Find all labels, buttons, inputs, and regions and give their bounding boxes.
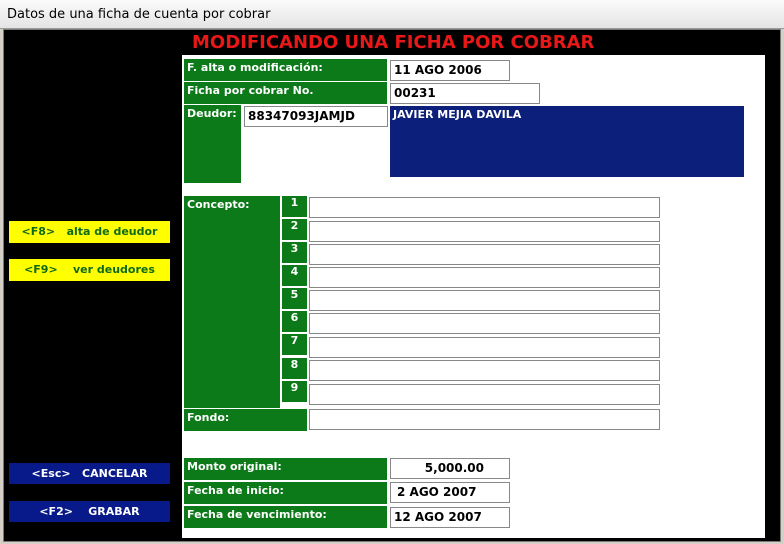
concepto-line-4-input[interactable] (309, 267, 660, 288)
concepto-line-3-input[interactable] (309, 244, 660, 265)
concepto-line-6-input[interactable] (309, 313, 660, 334)
alta-label: F. alta o modificación: (184, 59, 387, 81)
concepto-line-7-input[interactable] (309, 337, 660, 358)
deudor-rfc-field[interactable]: 88347093JAMJD (244, 106, 388, 127)
concepto-line-8-input[interactable] (309, 360, 660, 381)
concepto-label: Concepto: (184, 196, 280, 408)
concepto-line-number: 2 (282, 219, 307, 240)
cancel-button[interactable]: <Esc> CANCELAR (9, 463, 170, 484)
inicio-field[interactable]: 2 AGO 2007 (390, 482, 510, 503)
concepto-line-1-input[interactable] (309, 197, 660, 218)
concepto-line-number: 8 (282, 358, 307, 379)
alta-field[interactable]: 11 AGO 2006 (390, 60, 510, 81)
save-button[interactable]: <F2> GRABAR (9, 501, 170, 522)
page-title: MODIFICANDO UNA FICHA POR COBRAR (192, 32, 595, 53)
concepto-line-9-input[interactable] (309, 384, 660, 405)
ficha-field[interactable]: 00231 (390, 83, 540, 104)
concepto-line-number: 9 (282, 381, 307, 402)
concepto-line-number: 7 (282, 334, 307, 355)
concepto-line-2-input[interactable] (309, 221, 660, 242)
monto-field[interactable]: 5,000.00 (390, 458, 510, 479)
window-title: Datos de una ficha de cuenta por cobrar (7, 7, 271, 22)
fondo-label: Fondo: (184, 409, 307, 431)
concepto-line-number: 3 (282, 242, 307, 263)
vencimiento-field[interactable]: 12 AGO 2007 (390, 507, 510, 528)
concepto-line-number: 1 (282, 196, 307, 217)
ficha-label: Ficha por cobrar No. (184, 82, 387, 104)
concepto-line-number: 6 (282, 311, 307, 332)
window-titlebar: Datos de una ficha de cuenta por cobrar (0, 0, 784, 29)
inicio-label: Fecha de inicio: (184, 482, 387, 504)
concepto-line-5-input[interactable] (309, 290, 660, 311)
concepto-line-number: 4 (282, 265, 307, 286)
vencimiento-label: Fecha de vencimiento: (184, 506, 387, 528)
concepto-line-number: 5 (282, 288, 307, 309)
alta-deudor-button[interactable]: <F8> alta de deudor (9, 221, 170, 243)
deudor-name-display: JAVIER MEJIA DAVILA (390, 106, 744, 177)
ver-deudores-button[interactable]: <F9> ver deudores (9, 259, 170, 281)
deudor-label: Deudor: (184, 105, 241, 183)
monto-label: Monto original: (184, 458, 387, 480)
fondo-input[interactable] (309, 409, 660, 430)
